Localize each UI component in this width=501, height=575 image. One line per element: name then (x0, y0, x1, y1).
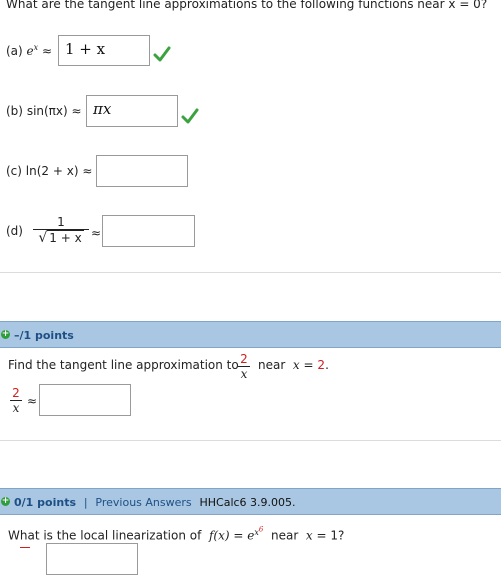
divider (0, 440, 501, 441)
fraction-2-over-x: 2 x (238, 352, 250, 381)
answer-input-c[interactable] (96, 155, 188, 187)
question-header-band: + 0/1 points | Previous Answers HHCalc6 … (0, 488, 501, 515)
points-label: –/1 points (14, 329, 74, 342)
fraction-numerator: 1 (33, 215, 89, 230)
question-header-band: + –/1 points (0, 321, 501, 348)
correct-check-icon (181, 108, 199, 124)
divider (0, 272, 501, 273)
approx-symbol: ≈ (91, 226, 102, 240)
points-label: 0/1 points | Previous Answers HHCalc6 3.… (14, 496, 296, 509)
fraction-numerator: 2 (238, 352, 250, 367)
expand-icon[interactable]: + (1, 330, 10, 339)
webassign-question-page: { "q1": { "prompt": "What are the tangen… (0, 0, 501, 575)
part-c-label: (c) ln(2 + x) ≈ (6, 164, 93, 178)
question-prompt: What are the tangent line approximations… (6, 0, 488, 11)
part-b-label: (b) sin(πx) ≈ (6, 104, 82, 118)
fraction-denominator: x (240, 367, 248, 381)
fraction-denominator: √ 1 + x (38, 230, 84, 246)
previous-answers-link[interactable]: Previous Answers (95, 496, 191, 509)
answer-input-b[interactable]: πx (86, 95, 178, 127)
fraction-d: 1 √ 1 + x (33, 215, 89, 246)
approx-symbol: ≈ (27, 394, 38, 408)
expand-icon[interactable]: + (1, 497, 10, 506)
answer-value-a: 1 + x (65, 40, 106, 58)
partial-fraction-bar (20, 547, 30, 548)
correct-check-icon (153, 46, 171, 62)
part-d-label: (d) (6, 224, 23, 238)
answer-input-a[interactable]: 1 + x (58, 35, 150, 66)
question-prompt: What is the local linearization of f(x) … (8, 525, 345, 543)
sqrt-symbol: √ (38, 230, 48, 246)
answer-input-d[interactable] (102, 215, 195, 247)
answer-value-b: πx (93, 100, 112, 118)
fraction-numerator: 2 (10, 386, 22, 401)
fraction-denominator: x (12, 401, 20, 415)
answer-input[interactable] (39, 384, 131, 416)
part-a-label: (a) ex ≈ (6, 43, 53, 58)
answer-lhs-fraction: 2 x (10, 386, 22, 415)
answer-input[interactable] (46, 543, 138, 575)
question-code: HHCalc6 3.9.005. (199, 496, 296, 509)
near-value: near x = 2. (258, 358, 329, 372)
question-prompt: Find the tangent line approximation to (8, 358, 239, 372)
